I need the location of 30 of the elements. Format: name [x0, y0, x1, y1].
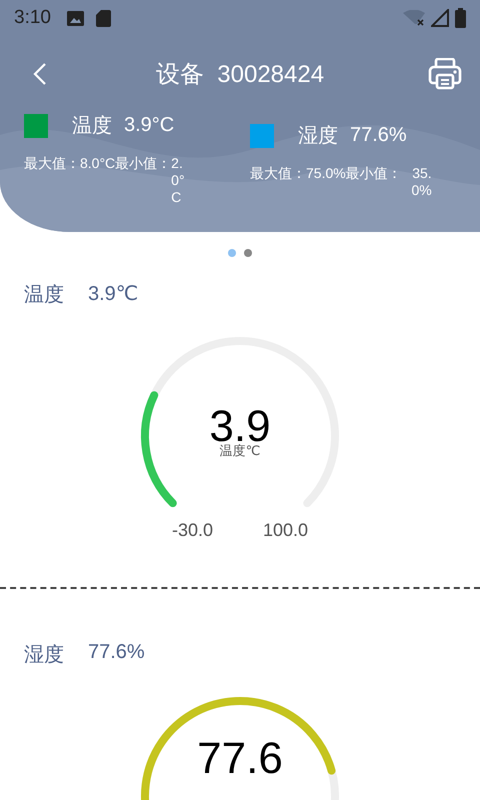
min-value: 35.0% [410, 165, 432, 199]
gauge-reading: 77.6% [88, 641, 145, 665]
gauge-value: 77.6 [197, 736, 283, 782]
gauge-name: 温度 [24, 283, 64, 308]
min-label: 最小值： [115, 155, 172, 173]
min-label: 最小值： [346, 165, 402, 183]
min-value: 2.0°C [171, 155, 186, 206]
max-label: 最大值： [250, 165, 306, 183]
legend-value: 3.9°C [124, 114, 174, 137]
printer-icon[interactable] [428, 58, 462, 90]
page-dot[interactable] [228, 249, 236, 257]
image-icon [66, 10, 84, 26]
max-value: 8.0°C [80, 155, 116, 171]
status-time: 3:10 [14, 7, 51, 29]
legend-name: 湿度 [298, 124, 338, 149]
gauge-max: 100.0 [262, 520, 308, 541]
back-icon[interactable] [33, 62, 47, 86]
wifi-off-icon [403, 10, 425, 26]
legend-name: 温度 [72, 114, 112, 139]
gauge-min: -30.0 [172, 520, 213, 541]
battery-icon [455, 8, 466, 28]
gauge-name: 湿度 [24, 643, 64, 668]
sd-card-icon [96, 10, 111, 26]
legend-value: 77.6% [350, 124, 407, 147]
max-value: 75.0% [306, 165, 346, 181]
signal-icon [431, 9, 449, 27]
page-title: 设备 30028424 [156, 60, 324, 90]
max-label: 最大值： [24, 155, 80, 173]
gauge-reading: 3.9℃ [88, 282, 138, 307]
page-dot[interactable] [244, 249, 252, 257]
